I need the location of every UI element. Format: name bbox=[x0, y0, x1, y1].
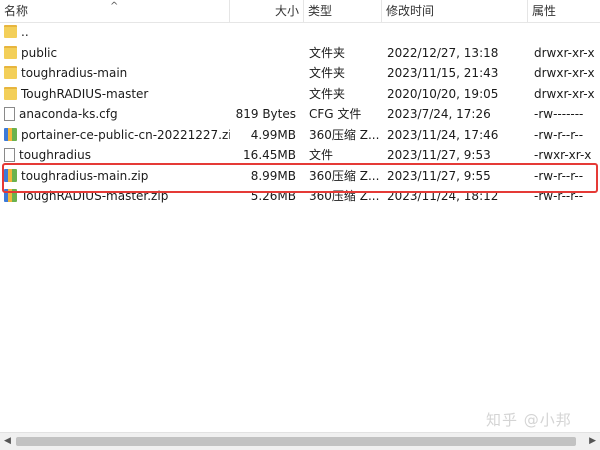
folder-icon bbox=[4, 86, 17, 100]
file-row[interactable]: .. bbox=[0, 22, 600, 43]
file-perm: -rw------- bbox=[534, 107, 584, 121]
sort-ascending-icon: ^ bbox=[110, 1, 119, 12]
file-size: 16.45MB bbox=[243, 148, 296, 162]
file-name-cell: ToughRADIUS-master bbox=[4, 84, 230, 105]
file-type: 360压缩 Z... bbox=[309, 189, 380, 203]
zip-icon bbox=[4, 168, 17, 182]
scroll-left-arrow-icon[interactable]: ◀ bbox=[4, 436, 11, 446]
file-perm: -rw-r--r-- bbox=[534, 127, 584, 142]
file-row[interactable]: toughradius-main.zip 8.99MB 360压缩 Z... 2023… bbox=[0, 166, 600, 187]
file-perm: drwxr-xr-x bbox=[534, 66, 595, 80]
file-name: public bbox=[21, 45, 58, 60]
file-row[interactable]: toughradius 16.45MB 文件 2023/11/27, 9:53 -rwx… bbox=[0, 145, 600, 166]
column-header-bar: 名称 ^ 大小 类型 修改时间 属性 bbox=[0, 0, 600, 23]
file-name: toughradius-main.zip bbox=[21, 168, 149, 183]
folder-icon bbox=[4, 25, 17, 38]
column-header-type[interactable]: 类型 bbox=[304, 0, 382, 22]
file-type: 文件夹 bbox=[309, 45, 346, 60]
file-perm bbox=[534, 22, 600, 43]
file-name-cell: public bbox=[4, 43, 230, 64]
file-name-cell: toughradius bbox=[4, 145, 230, 166]
file-perm: drwxr-xr-x bbox=[534, 45, 595, 60]
file-list: .. public 文件夹 2022/12/27, 13:18 drwxr-xr-x to… bbox=[0, 22, 600, 207]
file-size bbox=[230, 22, 296, 43]
zip-icon bbox=[4, 127, 17, 141]
file-name-cell: toughradius-main.zip bbox=[4, 166, 230, 187]
file-type: 360压缩 Z... bbox=[309, 168, 380, 183]
file-size: 5.26MB bbox=[250, 189, 296, 203]
file-row[interactable]: ToughRADIUS-master.zip 5.26MB 360压缩 Z... 20… bbox=[0, 186, 600, 207]
file-name: ToughRADIUS-master.zip bbox=[21, 189, 169, 203]
column-header-type-label: 类型 bbox=[308, 4, 333, 18]
file-name-cell: ToughRADIUS-master.zip bbox=[4, 186, 230, 207]
file-row[interactable]: toughradius-main 文件夹 2023/11/15, 21:43 drwx… bbox=[0, 63, 600, 84]
file-name: ToughRADIUS-master bbox=[21, 86, 149, 101]
file-type: CFG 文件 bbox=[309, 107, 362, 121]
file-row[interactable]: anaconda-ks.cfg 819 Bytes CFG 文件 2023/7/24,… bbox=[0, 104, 600, 125]
column-header-modified[interactable]: 修改时间 bbox=[382, 0, 528, 22]
file-type: 文件 bbox=[309, 148, 334, 162]
file-row[interactable]: portainer-ce-public-cn-20221227.zip 4.99M… bbox=[0, 125, 600, 146]
file-modified: 2023/7/24, 17:26 bbox=[387, 107, 491, 121]
file-modified: 2020/10/20, 19:05 bbox=[387, 86, 499, 101]
file-perm: -rw-r--r-- bbox=[534, 168, 584, 183]
file-size bbox=[230, 63, 296, 84]
file-size: 819 Bytes bbox=[235, 107, 296, 121]
scrollbar-thumb[interactable] bbox=[16, 437, 576, 446]
file-row[interactable]: public 文件夹 2022/12/27, 13:18 drwxr-xr-x bbox=[0, 43, 600, 64]
file-type bbox=[309, 22, 381, 43]
file-perm: -rwxr-xr-x bbox=[534, 148, 592, 162]
scroll-right-arrow-icon[interactable]: ▶ bbox=[589, 436, 596, 446]
watermark: 知乎 @小邦 bbox=[486, 411, 572, 429]
file-name-cell: anaconda-ks.cfg bbox=[4, 104, 230, 125]
column-header-name-label: 名称 bbox=[4, 4, 29, 18]
file-modified: 2023/11/27, 9:55 bbox=[387, 168, 491, 183]
file-modified: 2023/11/24, 17:46 bbox=[387, 127, 499, 142]
column-header-size[interactable]: 大小 bbox=[230, 0, 304, 22]
file-icon bbox=[4, 147, 15, 162]
file-modified: 2023/11/15, 21:43 bbox=[387, 66, 499, 80]
file-icon bbox=[4, 106, 15, 121]
zip-icon bbox=[4, 189, 17, 202]
file-row[interactable]: ToughRADIUS-master 文件夹 2020/10/20, 19:05 dr… bbox=[0, 84, 600, 105]
file-modified: 2023/11/27, 9:53 bbox=[387, 148, 491, 162]
column-header-perm[interactable]: 属性 bbox=[528, 0, 600, 22]
folder-icon bbox=[4, 66, 17, 79]
file-name: portainer-ce-public-cn-20221227.zip bbox=[21, 127, 230, 142]
file-name: anaconda-ks.cfg bbox=[19, 107, 118, 121]
file-size: 4.99MB bbox=[250, 127, 296, 142]
column-header-size-label: 大小 bbox=[274, 4, 299, 18]
file-name-cell: .. bbox=[4, 22, 230, 43]
file-size: 8.99MB bbox=[250, 168, 296, 183]
file-modified: 2022/12/27, 13:18 bbox=[387, 45, 499, 60]
file-type: 360压缩 Z... bbox=[309, 127, 380, 142]
file-type: 文件夹 bbox=[309, 66, 346, 80]
column-header-modified-label: 修改时间 bbox=[386, 4, 435, 18]
file-name-cell: portainer-ce-public-cn-20221227.zip bbox=[4, 125, 230, 146]
file-name: toughradius bbox=[19, 148, 91, 162]
file-modified: 2023/11/24, 18:12 bbox=[387, 189, 499, 203]
file-type: 文件夹 bbox=[309, 86, 346, 101]
file-modified bbox=[387, 22, 527, 43]
file-size bbox=[230, 84, 296, 105]
file-name: .. bbox=[21, 25, 29, 39]
folder-icon bbox=[4, 45, 17, 59]
file-name: toughradius-main bbox=[21, 66, 128, 80]
file-perm: -rw-r--r-- bbox=[534, 189, 584, 203]
column-header-perm-label: 属性 bbox=[532, 4, 557, 18]
file-perm: drwxr-xr-x bbox=[534, 86, 595, 101]
column-header-name[interactable]: 名称 ^ bbox=[0, 0, 230, 22]
file-size bbox=[230, 43, 296, 64]
horizontal-scrollbar[interactable]: ◀ ▶ bbox=[0, 432, 600, 450]
file-name-cell: toughradius-main bbox=[4, 63, 230, 84]
